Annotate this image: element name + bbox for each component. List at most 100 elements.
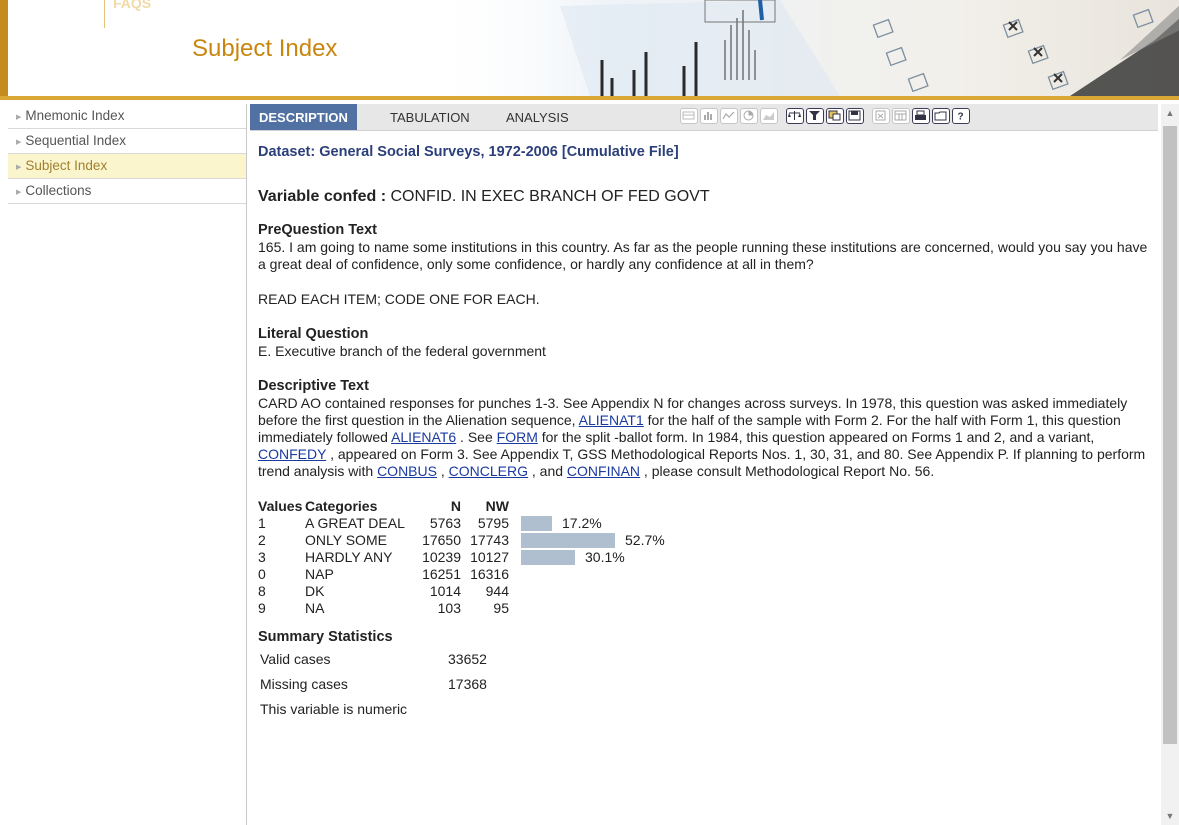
main-content-area: DESCRIPTION TABULATION ANALYSIS ? Datase… xyxy=(247,104,1161,825)
variable-heading: Variable confed : CONFID. IN EXEC BRANCH… xyxy=(258,188,1153,205)
header-nw: NW xyxy=(485,498,509,514)
row-percent-cell xyxy=(509,583,721,600)
sidebar-item-collections[interactable]: ▶ Collections xyxy=(8,179,246,204)
descriptive-text: CARD AO contained responses for punches … xyxy=(258,395,1146,479)
row-nw: 16316 xyxy=(470,566,509,582)
tab-analysis[interactable]: ANALYSIS xyxy=(506,104,569,130)
row-n: 10239 xyxy=(422,549,461,565)
dataset-title: Dataset: General Social Surveys, 1972-20… xyxy=(258,144,679,160)
tab-bar: DESCRIPTION TABULATION ANALYSIS ? xyxy=(250,104,1158,131)
row-n: 103 xyxy=(437,600,461,616)
folder-icon[interactable] xyxy=(932,108,950,124)
summary-table: Valid cases 33652 Missing cases 17368 This… xyxy=(258,646,489,723)
row-n: 16251 xyxy=(422,566,461,582)
vertical-scrollbar[interactable]: ▲ ▼ xyxy=(1161,104,1179,825)
link-alienat1[interactable]: ALIENAT1 xyxy=(579,412,644,428)
triangle-right-icon: ▶ xyxy=(16,164,22,171)
row-value: 9 xyxy=(258,600,266,616)
sidebar-item-label: Subject Index xyxy=(25,158,108,173)
row-percent-cell xyxy=(509,566,721,583)
row-n: 17650 xyxy=(422,532,461,548)
sidebar-item-sequential-index[interactable]: ▶ Sequential Index xyxy=(8,129,246,154)
page-title: Subject Index xyxy=(192,35,338,62)
valid-cases-value: 33652 xyxy=(448,651,487,667)
values-table-row: 8 DK 1014 944 xyxy=(258,583,721,600)
row-n: 1014 xyxy=(429,583,461,599)
table-icon[interactable] xyxy=(680,108,698,124)
summary-statistics: Summary Statistics Valid cases 33652 Miss… xyxy=(258,629,1153,723)
recode-icon[interactable] xyxy=(826,108,844,124)
save-icon[interactable] xyxy=(846,108,864,124)
variable-description: Dataset: General Social Surveys, 1972-20… xyxy=(258,144,1153,723)
summary-heading: Summary Statistics xyxy=(258,629,393,645)
bar-chart-icon[interactable] xyxy=(700,108,718,124)
link-alienat6[interactable]: ALIENAT6 xyxy=(391,429,456,445)
row-value: 1 xyxy=(258,515,266,531)
row-category: A GREAT DEAL xyxy=(305,515,405,531)
export-icon[interactable] xyxy=(872,108,890,124)
percent-bar xyxy=(521,533,615,548)
link-form[interactable]: FORM xyxy=(497,429,538,445)
row-nw: 5795 xyxy=(477,515,509,531)
row-nw: 944 xyxy=(485,583,509,599)
values-table-row: 3 HARDLY ANY 10239 10127 30.1% xyxy=(258,549,721,566)
percent-label: 30.1% xyxy=(585,549,625,565)
calculator-icon[interactable] xyxy=(892,108,910,124)
faqs-label[interactable]: FAQS xyxy=(113,0,151,11)
header-categories: Categories xyxy=(305,498,378,514)
link-confinan[interactable]: CONFINAN xyxy=(567,463,640,479)
valid-cases-label: Valid cases xyxy=(260,651,331,667)
literal-question-text: E. Executive branch of the federal gover… xyxy=(258,343,546,359)
literal-question-heading: Literal Question xyxy=(258,326,369,342)
descriptive-text-section: Descriptive Text CARD AO contained respo… xyxy=(258,378,1153,480)
print-icon[interactable] xyxy=(912,108,930,124)
link-conbus[interactable]: CONBUS xyxy=(377,463,437,479)
missing-cases-value: 17368 xyxy=(448,676,487,692)
row-category: NAP xyxy=(305,566,334,582)
filter-icon[interactable] xyxy=(806,108,824,124)
prequestion-instruction: READ EACH ITEM; CODE ONE FOR EACH. xyxy=(258,291,540,307)
line-chart-icon[interactable] xyxy=(720,108,738,124)
values-table-row: 9 NA 103 95 xyxy=(258,600,721,617)
row-n: 5763 xyxy=(429,515,461,531)
variable-name: Variable confed : xyxy=(258,188,387,205)
row-percent-cell: 52.7% xyxy=(509,532,721,549)
pie-chart-icon[interactable] xyxy=(740,108,758,124)
values-table-row: 2 ONLY SOME 17650 17743 52.7% xyxy=(258,532,721,549)
sidebar-item-mnemonic-index[interactable]: ▶ Mnemonic Index xyxy=(8,104,246,129)
values-table-header: Values Categories N NW xyxy=(258,498,721,515)
page-header: FAQS Subject Index xyxy=(0,0,1179,100)
row-nw: 10127 xyxy=(470,549,509,565)
row-category: HARDLY ANY xyxy=(305,549,393,565)
weight-icon[interactable] xyxy=(786,108,804,124)
tab-description[interactable]: DESCRIPTION xyxy=(250,104,357,130)
row-nw: 95 xyxy=(493,600,509,616)
triangle-right-icon: ▶ xyxy=(16,139,22,146)
row-value: 2 xyxy=(258,532,266,548)
row-category: DK xyxy=(305,583,325,599)
row-category: NA xyxy=(305,600,325,616)
help-icon[interactable]: ? xyxy=(952,108,970,124)
scroll-down-icon[interactable]: ▼ xyxy=(1161,807,1179,825)
missing-cases-label: Missing cases xyxy=(260,676,348,692)
link-conclerg[interactable]: CONCLERG xyxy=(449,463,528,479)
area-chart-icon[interactable] xyxy=(760,108,778,124)
row-percent-cell: 17.2% xyxy=(509,515,721,532)
row-value: 8 xyxy=(258,583,266,599)
percent-label: 52.7% xyxy=(625,532,665,548)
row-category: ONLY SOME xyxy=(305,532,387,548)
link-confedy[interactable]: CONFEDY xyxy=(258,446,326,462)
descriptive-text-heading: Descriptive Text xyxy=(258,378,369,394)
values-table-row: 1 A GREAT DEAL 5763 5795 17.2% xyxy=(258,515,721,532)
numeric-note: This variable is numeric xyxy=(260,701,408,717)
prequestion-heading: PreQuestion Text xyxy=(258,222,377,238)
sidebar-item-subject-index[interactable]: ▶ Subject Index xyxy=(8,154,246,179)
values-table-row: 0 NAP 16251 16316 xyxy=(258,566,721,583)
header-banner-image xyxy=(420,0,1179,96)
row-value: 0 xyxy=(258,566,266,582)
tab-tabulation[interactable]: TABULATION xyxy=(390,104,470,130)
faqs-link[interactable]: FAQS xyxy=(104,0,165,28)
scrollbar-thumb[interactable] xyxy=(1163,126,1177,744)
triangle-right-icon: ▶ xyxy=(16,189,22,196)
scroll-up-icon[interactable]: ▲ xyxy=(1161,104,1179,122)
